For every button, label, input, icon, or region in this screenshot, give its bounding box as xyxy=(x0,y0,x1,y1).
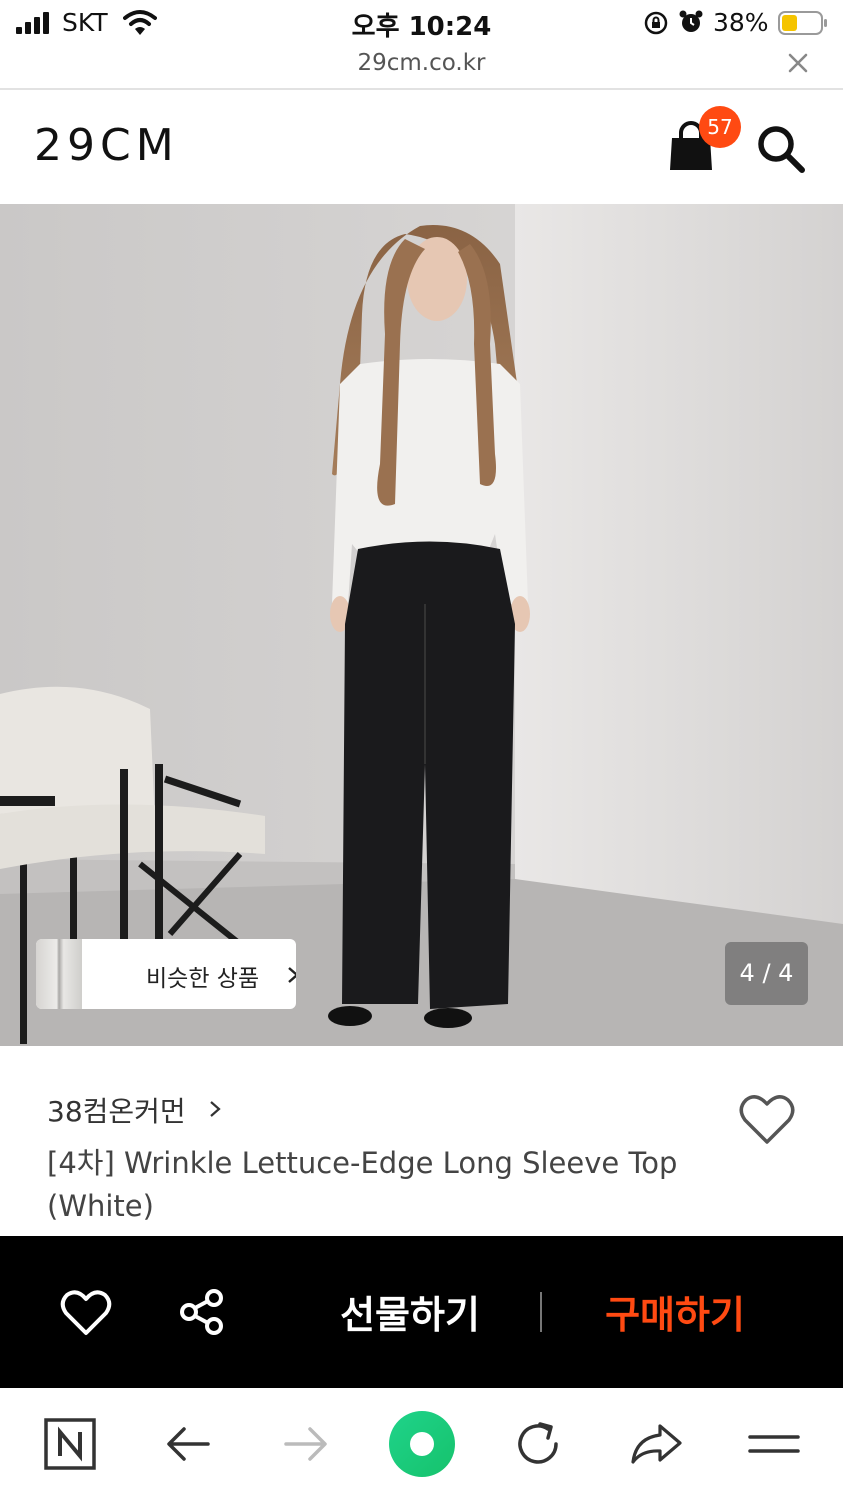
refresh-icon[interactable] xyxy=(510,1416,566,1472)
buy-button[interactable]: 구매하기 xyxy=(575,1284,775,1340)
gift-button[interactable]: 선물하기 xyxy=(310,1284,510,1340)
action-bar-divider xyxy=(540,1292,542,1332)
chevron-right-icon xyxy=(288,967,296,983)
product-title-line1: [4차] Wrinkle Lettuce-Edge Long Sleeve To… xyxy=(47,1146,678,1180)
battery-percent: 38% xyxy=(713,8,769,37)
share-arrow-icon[interactable] xyxy=(628,1416,684,1472)
similar-products-label: 비슷한 상품 xyxy=(146,966,260,992)
purchase-action-bar: 선물하기 구매하기 xyxy=(0,1236,843,1388)
battery-icon xyxy=(778,11,827,35)
product-image xyxy=(0,204,843,1046)
search-icon[interactable] xyxy=(754,122,806,174)
alarm-icon xyxy=(679,10,703,32)
product-title: [4차] Wrinkle Lettuce-Edge Long Sleeve To… xyxy=(47,1142,707,1228)
site-logo[interactable]: 29CM xyxy=(34,120,179,171)
similar-product-thumbnail xyxy=(36,939,82,1009)
url-bar-divider xyxy=(0,88,843,90)
heart-icon[interactable] xyxy=(738,1094,796,1146)
naver-home-icon[interactable] xyxy=(42,1416,98,1472)
similar-products-button[interactable]: 비슷한 상품 xyxy=(36,939,296,1009)
image-counter: 4 / 4 xyxy=(725,942,808,1005)
brand-link[interactable]: 38컴온커먼 xyxy=(47,1090,186,1130)
share-icon[interactable] xyxy=(178,1288,226,1336)
forward-arrow-icon[interactable] xyxy=(278,1416,334,1472)
rotation-lock-icon xyxy=(644,11,668,35)
chevron-right-icon xyxy=(210,1101,221,1117)
heart-icon[interactable] xyxy=(60,1290,112,1336)
green-dot-icon[interactable] xyxy=(386,1408,458,1480)
status-bar: SKT 오후 10:24 38% xyxy=(0,0,843,46)
product-photo[interactable] xyxy=(0,204,843,1046)
back-arrow-icon[interactable] xyxy=(160,1416,216,1472)
url-domain[interactable]: 29cm.co.kr xyxy=(0,50,843,76)
browser-toolbar xyxy=(0,1388,843,1500)
product-title-line2: (White) xyxy=(47,1189,154,1223)
cart-count-badge: 57 xyxy=(699,106,741,148)
close-icon[interactable] xyxy=(785,50,811,76)
menu-icon[interactable] xyxy=(746,1416,802,1472)
